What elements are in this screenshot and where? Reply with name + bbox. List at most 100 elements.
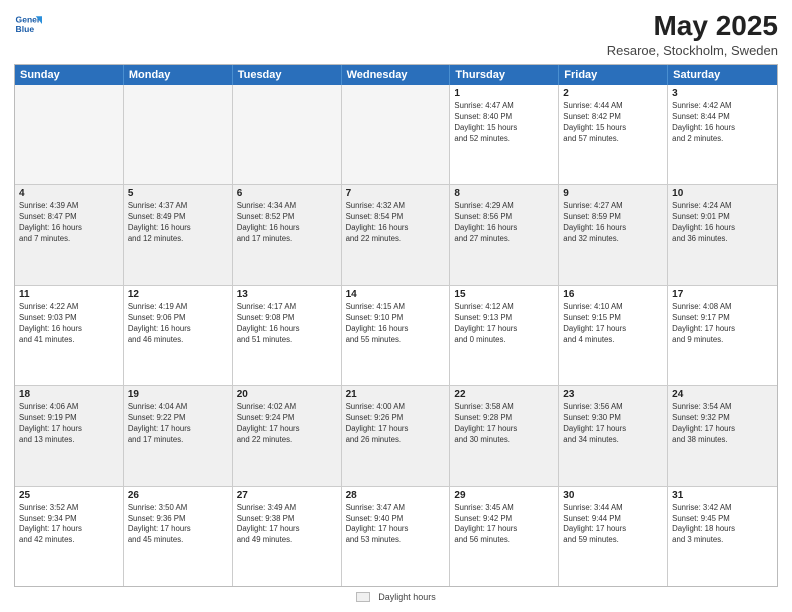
- day-info: Sunrise: 3:56 AM Sunset: 9:30 PM Dayligh…: [563, 402, 663, 446]
- day-info: Sunrise: 4:17 AM Sunset: 9:08 PM Dayligh…: [237, 302, 337, 346]
- day-info: Sunrise: 4:47 AM Sunset: 8:40 PM Dayligh…: [454, 101, 554, 145]
- calendar-cell: 7Sunrise: 4:32 AM Sunset: 8:54 PM Daylig…: [342, 185, 451, 284]
- calendar-cell: 20 Sunrise: 4:02 AM Sunset: 9:24 PM Dayli…: [233, 386, 342, 485]
- day-number: 3: [672, 88, 773, 99]
- calendar-cell: [124, 85, 233, 184]
- day-info: Sunrise: 4:02 AM Sunset: 9:24 PM Dayligh…: [237, 402, 337, 446]
- day-number: 26: [128, 490, 228, 501]
- calendar-cell: 21 Sunrise: 4:00 AM Sunset: 9:26 PM Dayli…: [342, 386, 451, 485]
- day-number: 4: [19, 188, 119, 199]
- legend-box: [356, 592, 370, 602]
- day-number: 21: [346, 389, 446, 400]
- calendar-header-thursday: Thursday: [450, 65, 559, 85]
- day-number: 6: [237, 188, 337, 199]
- calendar-header-saturday: Saturday: [668, 65, 777, 85]
- day-info: Sunrise: 3:54 AM Sunset: 9:32 PM Dayligh…: [672, 402, 773, 446]
- calendar-cell: 15 Sunrise: 4:12 AM Sunset: 9:13 PM Dayli…: [450, 286, 559, 385]
- day-info: Sunrise: 4:39 AM Sunset: 8:47 PM Dayligh…: [19, 201, 119, 245]
- day-number: 19: [128, 389, 228, 400]
- calendar-body: 1 Sunrise: 4:47 AM Sunset: 8:40 PM Daylig…: [15, 85, 777, 586]
- calendar-cell: 12Sunrise: 4:19 AM Sunset: 9:06 PM Dayli…: [124, 286, 233, 385]
- day-number: 24: [672, 389, 773, 400]
- svg-text:Blue: Blue: [16, 24, 35, 34]
- day-info: Sunrise: 3:44 AM Sunset: 9:44 PM Dayligh…: [563, 503, 663, 547]
- day-info: Sunrise: 4:08 AM Sunset: 9:17 PM Dayligh…: [672, 302, 773, 346]
- day-number: 23: [563, 389, 663, 400]
- day-info: Sunrise: 3:42 AM Sunset: 9:45 PM Dayligh…: [672, 503, 773, 547]
- calendar: SundayMondayTuesdayWednesdayThursdayFrid…: [14, 64, 778, 587]
- subtitle: Resaroe, Stockholm, Sweden: [607, 43, 778, 58]
- calendar-week-5: 25 Sunrise: 3:52 AM Sunset: 9:34 PM Dayli…: [15, 486, 777, 586]
- day-number: 15: [454, 289, 554, 300]
- calendar-week-3: 11 Sunrise: 4:22 AM Sunset: 9:03 PM Dayli…: [15, 285, 777, 385]
- day-info: Sunrise: 4:27 AM Sunset: 8:59 PM Dayligh…: [563, 201, 663, 245]
- day-info: Sunrise: 4:24 AM Sunset: 9:01 PM Dayligh…: [672, 201, 773, 245]
- day-number: 22: [454, 389, 554, 400]
- calendar-cell: 19Sunrise: 4:04 AM Sunset: 9:22 PM Dayli…: [124, 386, 233, 485]
- day-number: 5: [128, 188, 228, 199]
- calendar-cell: 13 Sunrise: 4:17 AM Sunset: 9:08 PM Dayli…: [233, 286, 342, 385]
- day-number: 8: [454, 188, 554, 199]
- header: General Blue May 2025 Resaroe, Stockholm…: [14, 10, 778, 58]
- calendar-cell: 14 Sunrise: 4:15 AM Sunset: 9:10 PM Dayli…: [342, 286, 451, 385]
- day-info: Sunrise: 4:44 AM Sunset: 8:42 PM Dayligh…: [563, 101, 663, 145]
- day-number: 28: [346, 490, 446, 501]
- svg-text:General: General: [16, 14, 42, 24]
- day-info: Sunrise: 3:58 AM Sunset: 9:28 PM Dayligh…: [454, 402, 554, 446]
- day-number: 11: [19, 289, 119, 300]
- calendar-cell: 30Sunrise: 3:44 AM Sunset: 9:44 PM Dayli…: [559, 487, 668, 586]
- day-info: Sunrise: 4:12 AM Sunset: 9:13 PM Dayligh…: [454, 302, 554, 346]
- day-number: 10: [672, 188, 773, 199]
- page: General Blue May 2025 Resaroe, Stockholm…: [0, 0, 792, 612]
- day-info: Sunrise: 3:47 AM Sunset: 9:40 PM Dayligh…: [346, 503, 446, 547]
- day-number: 27: [237, 490, 337, 501]
- calendar-cell: 24 Sunrise: 3:54 AM Sunset: 9:32 PM Dayli…: [668, 386, 777, 485]
- calendar-cell: 18Sunrise: 4:06 AM Sunset: 9:19 PM Dayli…: [15, 386, 124, 485]
- day-info: Sunrise: 4:19 AM Sunset: 9:06 PM Dayligh…: [128, 302, 228, 346]
- legend-label: Daylight hours: [378, 592, 436, 602]
- title-block: May 2025 Resaroe, Stockholm, Sweden: [607, 10, 778, 58]
- day-info: Sunrise: 4:34 AM Sunset: 8:52 PM Dayligh…: [237, 201, 337, 245]
- calendar-cell: 29Sunrise: 3:45 AM Sunset: 9:42 PM Dayli…: [450, 487, 559, 586]
- day-number: 25: [19, 490, 119, 501]
- day-info: Sunrise: 4:06 AM Sunset: 9:19 PM Dayligh…: [19, 402, 119, 446]
- day-info: Sunrise: 3:49 AM Sunset: 9:38 PM Dayligh…: [237, 503, 337, 547]
- day-number: 14: [346, 289, 446, 300]
- day-number: 2: [563, 88, 663, 99]
- calendar-cell: 9 Sunrise: 4:27 AM Sunset: 8:59 PM Daylig…: [559, 185, 668, 284]
- calendar-cell: 2 Sunrise: 4:44 AM Sunset: 8:42 PM Daylig…: [559, 85, 668, 184]
- calendar-header-tuesday: Tuesday: [233, 65, 342, 85]
- calendar-cell: 16Sunrise: 4:10 AM Sunset: 9:15 PM Dayli…: [559, 286, 668, 385]
- main-title: May 2025: [607, 10, 778, 42]
- day-number: 20: [237, 389, 337, 400]
- day-number: 16: [563, 289, 663, 300]
- day-number: 13: [237, 289, 337, 300]
- day-info: Sunrise: 4:00 AM Sunset: 9:26 PM Dayligh…: [346, 402, 446, 446]
- footer: Daylight hours: [14, 592, 778, 602]
- calendar-cell: 11 Sunrise: 4:22 AM Sunset: 9:03 PM Dayli…: [15, 286, 124, 385]
- calendar-header-wednesday: Wednesday: [342, 65, 451, 85]
- calendar-cell: 22 Sunrise: 3:58 AM Sunset: 9:28 PM Dayli…: [450, 386, 559, 485]
- day-number: 29: [454, 490, 554, 501]
- calendar-cell: [342, 85, 451, 184]
- day-number: 31: [672, 490, 773, 501]
- calendar-week-2: 4 Sunrise: 4:39 AM Sunset: 8:47 PM Daylig…: [15, 184, 777, 284]
- calendar-header-monday: Monday: [124, 65, 233, 85]
- day-number: 1: [454, 88, 554, 99]
- day-number: 9: [563, 188, 663, 199]
- calendar-cell: 6 Sunrise: 4:34 AM Sunset: 8:52 PM Daylig…: [233, 185, 342, 284]
- calendar-cell: [233, 85, 342, 184]
- calendar-week-1: 1 Sunrise: 4:47 AM Sunset: 8:40 PM Daylig…: [15, 85, 777, 184]
- calendar-cell: 17Sunrise: 4:08 AM Sunset: 9:17 PM Dayli…: [668, 286, 777, 385]
- day-info: Sunrise: 4:15 AM Sunset: 9:10 PM Dayligh…: [346, 302, 446, 346]
- calendar-cell: 23 Sunrise: 3:56 AM Sunset: 9:30 PM Dayli…: [559, 386, 668, 485]
- calendar-week-4: 18Sunrise: 4:06 AM Sunset: 9:19 PM Dayli…: [15, 385, 777, 485]
- calendar-cell: 3 Sunrise: 4:42 AM Sunset: 8:44 PM Daylig…: [668, 85, 777, 184]
- day-info: Sunrise: 3:52 AM Sunset: 9:34 PM Dayligh…: [19, 503, 119, 547]
- day-info: Sunrise: 4:37 AM Sunset: 8:49 PM Dayligh…: [128, 201, 228, 245]
- day-info: Sunrise: 4:29 AM Sunset: 8:56 PM Dayligh…: [454, 201, 554, 245]
- calendar-cell: 31 Sunrise: 3:42 AM Sunset: 9:45 PM Dayli…: [668, 487, 777, 586]
- day-info: Sunrise: 4:22 AM Sunset: 9:03 PM Dayligh…: [19, 302, 119, 346]
- day-info: Sunrise: 4:42 AM Sunset: 8:44 PM Dayligh…: [672, 101, 773, 145]
- calendar-header-row: SundayMondayTuesdayWednesdayThursdayFrid…: [15, 65, 777, 85]
